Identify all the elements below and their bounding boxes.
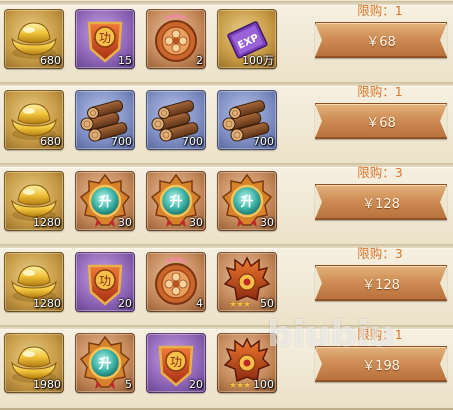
purchase-limit: 限购：1 [357, 327, 403, 342]
item-quantity: 30 [260, 216, 274, 229]
buy-button[interactable]: ￥128 [315, 184, 447, 220]
reward-slot[interactable]: 升 30 [146, 171, 206, 231]
reward-slot[interactable]: 700 [146, 90, 206, 150]
pack-row: 680 功 15 2 EXP 100万 限购：1 ￥68 [0, 1, 453, 86]
item-quantity: 680 [40, 135, 61, 148]
item-quantity: 2 [196, 54, 203, 67]
reward-slot[interactable]: 功 20 [146, 333, 206, 393]
item-quantity: 30 [189, 216, 203, 229]
reward-slot[interactable]: 680 [4, 90, 64, 150]
item-quantity: 100万 [242, 54, 274, 67]
item-quantity: 700 [182, 135, 203, 148]
purchase-limit: 限购：3 [357, 246, 403, 261]
item-quantity: 1280 [33, 297, 61, 310]
price-label: ￥198 [362, 358, 400, 374]
price-label: ￥68 [366, 34, 396, 50]
purchase-limit: 限购：3 [357, 165, 403, 180]
reward-slot[interactable]: 功 20 [75, 252, 135, 312]
item-quantity: 20 [189, 378, 203, 391]
item-quantity: 700 [111, 135, 132, 148]
purchase-limit: 限购：1 [357, 84, 403, 99]
buy-button[interactable]: ￥128 [315, 265, 447, 301]
purchase-limit: 限购：1 [357, 3, 403, 18]
item-quantity: 1980 [33, 378, 61, 391]
item-quantity: 680 [40, 54, 61, 67]
item-quantity: 700 [253, 135, 274, 148]
pack-row: 680 700 700 700 限购：1 ￥68 [0, 82, 453, 167]
reward-slot[interactable]: 1980 [4, 333, 64, 393]
item-quantity: 5 [125, 378, 132, 391]
item-quantity: 4 [196, 297, 203, 310]
buy-button[interactable]: ￥68 [315, 103, 447, 139]
star-rating: ★★★ [229, 381, 251, 391]
reward-slot[interactable]: 1280 [4, 252, 64, 312]
reward-slot[interactable]: 2 [146, 9, 206, 69]
star-rating: ★★★ [229, 300, 251, 310]
pack-list: 680 功 15 2 EXP 100万 限购：1 ￥68 680 700 700… [0, 0, 453, 410]
item-quantity: 20 [118, 297, 132, 310]
buy-button[interactable]: ￥198 [315, 346, 447, 382]
reward-slot[interactable]: 升 30 [75, 171, 135, 231]
reward-slot[interactable]: 680 [4, 9, 64, 69]
price-label: ￥128 [362, 277, 400, 293]
reward-slot[interactable]: 4 [146, 252, 206, 312]
reward-slot[interactable]: 700 [217, 90, 277, 150]
reward-slot[interactable]: ★★★ 100 [217, 333, 277, 393]
pack-row: 1280 升 30 升 30 升 30 限购：3 ￥128 [0, 163, 453, 248]
reward-slot[interactable]: 升 30 [217, 171, 277, 231]
reward-slot[interactable]: ★★★ 50 [217, 252, 277, 312]
reward-slot[interactable]: 700 [75, 90, 135, 150]
item-quantity: 15 [118, 54, 132, 67]
reward-slot[interactable]: EXP 100万 [217, 9, 277, 69]
item-quantity: 30 [118, 216, 132, 229]
item-quantity: 50 [260, 297, 274, 310]
buy-button[interactable]: ￥68 [315, 22, 447, 58]
reward-slot[interactable]: 功 15 [75, 9, 135, 69]
price-label: ￥68 [366, 115, 396, 131]
item-quantity: 1280 [33, 216, 61, 229]
pack-row: 1980 升 5 功 20 ★★★ 100 限购：1 ￥198 [0, 325, 453, 410]
pack-row: 1280 功 20 4 ★★★ 50 限购：3 ￥128 [0, 244, 453, 329]
reward-slot[interactable]: 升 5 [75, 333, 135, 393]
price-label: ￥128 [362, 196, 400, 212]
item-quantity: 100 [253, 378, 274, 391]
reward-slot[interactable]: 1280 [4, 171, 64, 231]
